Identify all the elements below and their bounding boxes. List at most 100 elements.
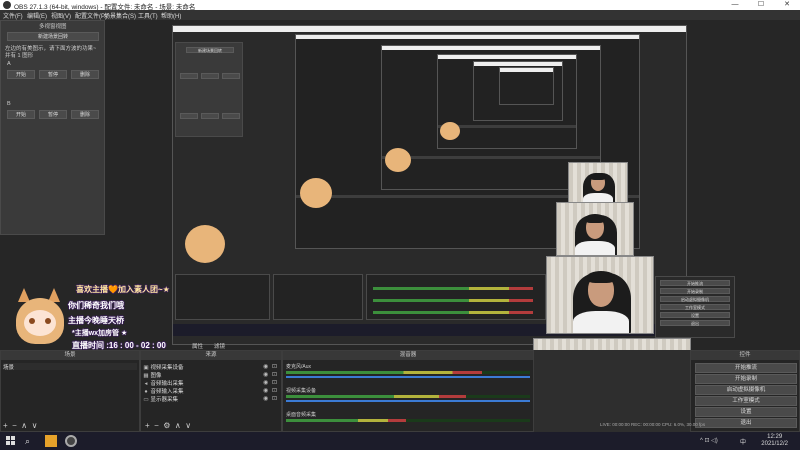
nested-title-bar-2	[296, 35, 639, 39]
nested-ctl-3: 启动虚拟摄像机	[660, 296, 730, 302]
nested-title-bar-6	[500, 68, 553, 72]
mixer-meter-1	[286, 371, 482, 374]
nested-meter-3	[373, 311, 533, 314]
nested-girl-thumb-4	[185, 225, 225, 263]
menu-help[interactable]: 帮助(H)	[161, 11, 181, 20]
menu-profile[interactable]: 配置文件(P)	[75, 11, 107, 20]
lock-icon[interactable]: ⊡	[272, 371, 277, 378]
lock-icon[interactable]: ⊡	[272, 395, 277, 402]
obs-taskbar-icon[interactable]	[65, 435, 77, 447]
monitor-icon: ▭	[143, 397, 149, 403]
nested-btn-3	[222, 73, 240, 79]
nested-btn-5	[201, 113, 219, 119]
nested-girl-thumb-1	[440, 122, 460, 140]
preview-canvas[interactable]: 多视窗视图 新建场景回转 左边的有美图示，请下面方波的功果~ 并有 1 图形 A…	[0, 20, 800, 350]
lock-icon[interactable]: ⊡	[272, 379, 277, 386]
maximize-button[interactable]: ☐	[748, 0, 774, 10]
nested-girl-thumb-2	[385, 148, 411, 172]
move-source-up-button[interactable]: ∧	[175, 421, 181, 430]
bottom-docks: 场景 场景 + − ∧ ∨ 来源 ▣ 视频采集设备 ▦ 图像 ◂ 音频输出采集 …	[0, 350, 800, 432]
eye-icon[interactable]: ◉	[263, 371, 268, 378]
scene-item[interactable]: 场景	[3, 363, 137, 371]
source-item[interactable]: ◂ 音频输出采集	[143, 379, 184, 387]
windows-taskbar: ⌕ ^ ⊡ ◁) 中 12:29 2021/12/2	[0, 432, 800, 450]
minimize-button[interactable]: —	[722, 0, 748, 10]
menu-edit[interactable]: 编辑(E)	[27, 11, 47, 20]
start-virtual-camera-button[interactable]: 启动虚拟摄像机	[695, 385, 797, 395]
eye-icon[interactable]: ◉	[263, 379, 268, 386]
input-language-indicator[interactable]: 中	[740, 437, 746, 446]
nested-title-bar	[173, 26, 686, 32]
mixer-channel-name: 桌面音频采集	[286, 412, 317, 418]
properties-button[interactable]: 属性	[192, 342, 203, 350]
start-recording-button[interactable]: 开始录制	[695, 374, 797, 384]
move-scene-down-button[interactable]: ∨	[32, 421, 38, 430]
source-item[interactable]: ▦ 图像	[143, 371, 161, 379]
add-source-button[interactable]: +	[145, 421, 150, 430]
pause-button-a[interactable]: 暂停	[39, 70, 67, 79]
move-source-down-button[interactable]: ∨	[185, 421, 191, 430]
nested-ctl-5: 设置	[660, 312, 730, 318]
start-button-b[interactable]: 开始	[7, 110, 35, 119]
menu-view[interactable]: 视图(V)	[51, 11, 71, 20]
sources-toolbar: + − ⚙ ∧ ∨	[145, 421, 191, 430]
menu-tools[interactable]: 工具(T)	[138, 11, 158, 20]
start-button-a[interactable]: 开始	[7, 70, 35, 79]
nested-btn-6	[222, 113, 240, 119]
settings-button[interactable]: 设置	[695, 407, 797, 417]
scenes-dock: 场景 场景 + − ∧ ∨	[0, 350, 140, 432]
nested-meter-1	[373, 287, 533, 290]
system-tray-icons[interactable]: ^ ⊡ ◁)	[700, 437, 718, 444]
lock-icon[interactable]: ⊡	[272, 387, 277, 394]
nested-title-bar-3	[382, 46, 600, 50]
delete-button-a[interactable]: 删除	[71, 70, 99, 79]
clock-date: 2021/12/2	[761, 441, 788, 447]
nested-scenes-dock	[175, 274, 270, 320]
webcam-frame-3	[546, 256, 654, 334]
search-icon[interactable]: ⌕	[25, 435, 37, 447]
remove-source-button[interactable]: −	[154, 421, 159, 430]
new-scene-button[interactable]: 新建场景回转	[7, 32, 99, 41]
start-streaming-button[interactable]: 开始推流	[695, 363, 797, 373]
filters-button[interactable]: 滤镜	[214, 342, 225, 350]
windows-start-icon[interactable]	[5, 435, 17, 447]
nested-btn-1	[180, 73, 198, 79]
nested-girl-thumb-3	[300, 178, 332, 208]
anime-girl-avatar	[12, 288, 68, 348]
eye-icon[interactable]: ◉	[263, 395, 268, 402]
source-settings-gear-icon[interactable]: ⚙	[163, 421, 170, 430]
obs-logo-icon	[3, 1, 11, 9]
remove-scene-button[interactable]: −	[12, 421, 17, 430]
eye-icon[interactable]: ◉	[263, 387, 268, 394]
source-item[interactable]: ● 音频输入采集	[143, 387, 183, 395]
source-item[interactable]: ▭ 显示器采集	[143, 395, 178, 403]
file-explorer-icon[interactable]	[45, 435, 57, 447]
menu-scene-collection[interactable]: 场景集合(S)	[104, 11, 136, 20]
move-scene-up-button[interactable]: ∧	[21, 421, 27, 430]
overlay-timer: 直播时间 :16 : 00 - 02 : 00	[72, 341, 166, 350]
lock-icon[interactable]: ⊡	[272, 363, 277, 370]
nested-ctl-4: 工作室模式	[660, 304, 730, 310]
info-text-2: 并有 1 图形	[5, 53, 34, 59]
nested-ctl-2: 开始录制	[660, 288, 730, 294]
nested-sources-dock	[273, 274, 363, 320]
eye-icon[interactable]: ◉	[263, 363, 268, 370]
mixer-channel-name: 视频采集设备	[286, 388, 317, 394]
exit-button[interactable]: 退出	[695, 418, 797, 428]
taskbar-clock[interactable]: 12:29 2021/12/2	[761, 434, 788, 448]
source-item[interactable]: ▣ 视频采集设备	[143, 363, 183, 371]
pause-button-b[interactable]: 暂停	[39, 110, 67, 119]
multiview-header: 多视窗视图	[39, 24, 67, 30]
delete-button-b[interactable]: 删除	[71, 110, 99, 119]
add-scene-button[interactable]: +	[3, 421, 8, 430]
mixer-meter-3	[286, 419, 406, 422]
nested-bar-3	[382, 156, 600, 159]
nested-mixer-dock	[366, 274, 546, 320]
nested-ctl-6: 退出	[660, 320, 730, 326]
studio-mode-button[interactable]: 工作室模式	[695, 396, 797, 406]
mixer-volume-slider-2[interactable]	[286, 400, 530, 402]
sources-header: 来源	[141, 351, 281, 360]
mixer-volume-slider-1[interactable]	[286, 376, 530, 378]
menu-file[interactable]: 文件(F)	[3, 11, 23, 20]
close-button[interactable]: ✕	[774, 0, 800, 10]
